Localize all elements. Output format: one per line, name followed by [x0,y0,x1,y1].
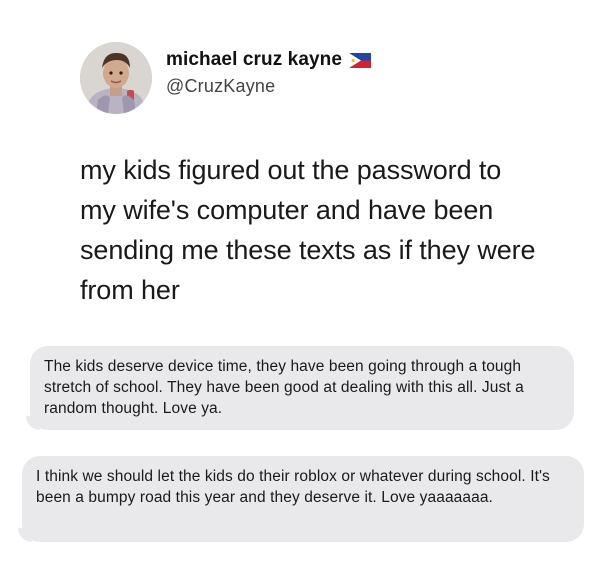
display-name-row: michael cruz kayne [166,49,372,71]
avatar-photo [80,42,152,114]
bubble-tail [26,416,40,430]
message-bubble: The kids deserve device time, they have … [26,346,574,430]
bubble-tail [18,528,32,542]
message-text: The kids deserve device time, they have … [44,358,524,417]
display-name[interactable]: michael cruz kayne [166,49,342,71]
philippines-flag-icon [349,52,372,68]
message-bubble: I think we should let the kids do their … [18,456,584,542]
user-handle[interactable]: @CruzKayne [166,76,371,97]
user-meta: michael cruz kayne @CruzKayne [166,49,372,97]
message-text: I think we should let the kids do their … [36,468,550,506]
avatar[interactable] [80,42,152,114]
tweet-header: michael cruz kayne @CruzKayne [80,42,372,114]
tweet-text: my kids figured out the password to my w… [80,155,536,305]
